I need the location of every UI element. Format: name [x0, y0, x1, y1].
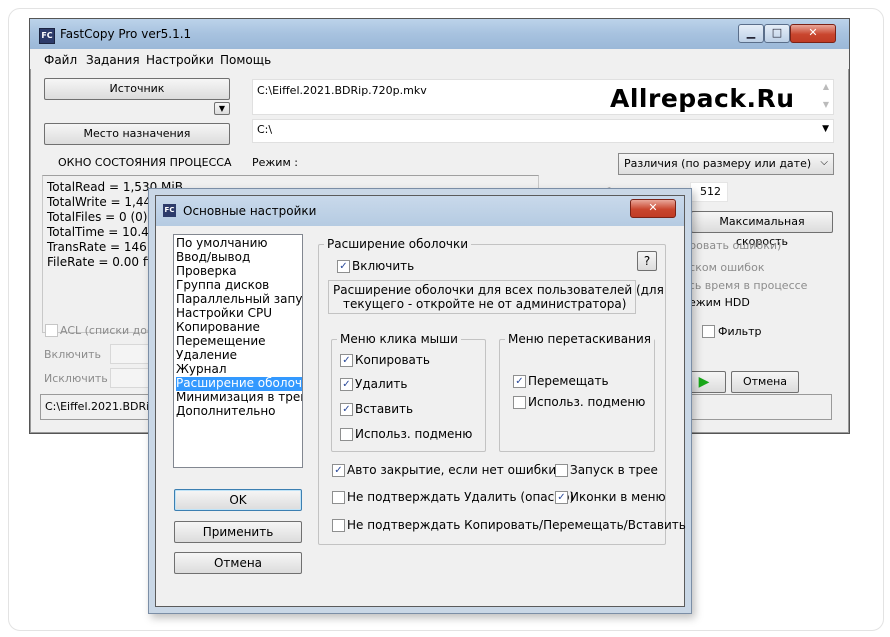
watermark: Allrepack.Ru [610, 84, 795, 113]
menu-file[interactable]: Файл [44, 53, 77, 67]
minimize-button[interactable]: ▁ [738, 24, 764, 43]
info-text-line-2: текущего - откройте не от администратора… [343, 297, 627, 311]
exclude-label: Исключить [44, 372, 108, 385]
no-confirm-delete-label: Не подтверждать Удалить (опасно) [347, 490, 575, 504]
stat-line: TotalFiles = 0 (0) [47, 210, 148, 224]
menu-tasks[interactable]: Задания [86, 53, 140, 67]
nav-item-io[interactable]: Ввод/вывод [176, 251, 250, 265]
stat-line: TotalTime = 10.4 sec [47, 225, 173, 239]
tray-run-checkbox[interactable] [555, 464, 568, 477]
nav-item-tray[interactable]: Минимизация в трей [176, 391, 302, 405]
destination-dropdown-icon[interactable]: ▼ [822, 124, 829, 134]
drag-submenu-label: Использ. подменю [528, 395, 646, 409]
nav-item-cpu[interactable]: Настройки CPU [176, 307, 272, 321]
drag-submenu-checkbox[interactable] [513, 396, 526, 409]
dialog-close-button[interactable]: ✕ [630, 199, 676, 218]
info-text-box: Расширение оболочки для всех пользовател… [328, 280, 664, 314]
auto-close-label: Авто закрытие, если нет ошибки [347, 463, 557, 477]
include-filter-input[interactable] [110, 344, 158, 364]
copy-checkbox[interactable]: ✓ [340, 354, 353, 367]
nav-item-disk-group[interactable]: Группа дисков [176, 279, 269, 293]
click-menu-group-title: Меню клика мыши [337, 332, 461, 346]
dialog-app-icon: FC [163, 204, 176, 217]
help-button[interactable]: ? [637, 251, 657, 271]
drag-menu-group-title: Меню перетаскивания [505, 332, 655, 346]
nav-item-log[interactable]: Журнал [176, 363, 227, 377]
click-submenu-checkbox[interactable] [340, 428, 353, 441]
menu-icons-label: Иконки в меню [570, 490, 666, 504]
ok-button[interactable]: OK [174, 489, 302, 511]
no-confirm-copy-checkbox[interactable] [332, 519, 345, 532]
process-time-label: есь время в процессе [682, 279, 808, 292]
destination-button[interactable]: Место назначения [44, 123, 230, 145]
nav-item-move[interactable]: Перемещение [176, 335, 266, 349]
delete-label: Удалить [355, 377, 408, 391]
title-bar[interactable]: FC FastCopy Pro ver5.1.1 ▁ □ ✕ [30, 19, 849, 49]
tray-run-label: Запуск в трее [570, 463, 658, 477]
nav-item-parallel[interactable]: Параллельный запуск [176, 293, 302, 307]
hdd-mode-label: режим HDD [682, 296, 750, 309]
enable-label: Включить [352, 259, 415, 273]
nav-item-default[interactable]: По умолчанию [176, 237, 268, 251]
scroll-up-icon[interactable]: ▲ [823, 82, 829, 91]
move-label: Перемещать [528, 374, 609, 388]
status-window-title: ОКНО СОСТОЯНИЯ ПРОЦЕССА [58, 156, 232, 169]
dialog-title: Основные настройки [183, 204, 317, 218]
no-confirm-delete-checkbox[interactable] [332, 491, 345, 504]
max-speed-button[interactable]: Максимальная скорость [691, 211, 833, 248]
nav-item-delete[interactable]: Удаление [176, 349, 237, 363]
close-button[interactable]: ✕ [790, 24, 836, 43]
paste-checkbox[interactable]: ✓ [340, 403, 353, 416]
nav-item-shell-extension[interactable]: Расширение оболочки [176, 377, 302, 391]
mode-label: Режим : [252, 156, 298, 169]
scroll-down-icon[interactable]: ▼ [823, 100, 829, 109]
acl-checkbox[interactable] [45, 324, 58, 337]
menu-bar: Файл Задания Настройки Помощь [30, 49, 849, 69]
main-cancel-button[interactable]: Отмена [731, 371, 799, 393]
maximize-button[interactable]: □ [764, 24, 790, 43]
click-submenu-label: Использ. подменю [355, 427, 473, 441]
nav-item-verify[interactable]: Проверка [176, 265, 237, 279]
dialog-title-bar[interactable]: FC Основные настройки ✕ [156, 196, 684, 226]
source-button[interactable]: Источник [44, 78, 230, 100]
window-title: FastCopy Pro ver5.1.1 [60, 27, 192, 41]
exclude-filter-input[interactable] [110, 368, 158, 388]
nav-item-advanced[interactable]: Дополнительно [176, 405, 276, 419]
paste-label: Вставить [355, 402, 414, 416]
mode-select[interactable]: Различия (по размеру или дате) ⌵ [618, 153, 834, 175]
chevron-down-icon: ⌵ [820, 157, 828, 168]
menu-settings[interactable]: Настройки [146, 53, 214, 67]
settings-dialog: FC Основные настройки ✕ По умолчанию Вво… [155, 195, 686, 607]
menu-help[interactable]: Помощь [220, 53, 271, 67]
error-list-label: иском ошибок [682, 261, 765, 274]
filter-label: Фильтр [718, 325, 762, 338]
app-icon: FC [39, 28, 55, 44]
destination-path-text: C:\ [257, 123, 273, 136]
include-label: Включить [44, 348, 102, 361]
enable-checkbox[interactable]: ✓ [337, 260, 350, 273]
menu-icons-checkbox[interactable]: ✓ [555, 491, 568, 504]
nav-item-copy[interactable]: Копирование [176, 321, 260, 335]
copy-label: Копировать [355, 353, 430, 367]
settings-nav-list: По умолчанию Ввод/вывод Проверка Группа … [173, 234, 303, 468]
stat-line: TotalRead = 1,530 MiB [47, 180, 183, 194]
delete-checkbox[interactable]: ✓ [340, 378, 353, 391]
execute-play-button[interactable]: ▶ [682, 371, 726, 393]
source-dropdown-button[interactable]: ▼ [214, 102, 230, 115]
buffer-size-value: 512 [700, 185, 721, 198]
apply-button[interactable]: Применить [174, 521, 302, 543]
buffer-size-input[interactable]: 512 [690, 182, 728, 202]
mode-select-value: Различия (по размеру или дате) [624, 157, 812, 170]
move-checkbox[interactable]: ✓ [513, 375, 526, 388]
source-path-text: C:\Eiffel.2021.BDRip.720p.mkv [257, 84, 427, 97]
ignore-errors-label: ировать ошибки) [682, 239, 782, 252]
dialog-cancel-button[interactable]: Отмена [174, 552, 302, 574]
filter-checkbox[interactable] [702, 325, 715, 338]
destination-path-field[interactable]: C:\ ▼ [252, 119, 834, 143]
auto-close-checkbox[interactable]: ✓ [332, 464, 345, 477]
no-confirm-copy-label: Не подтверждать Копировать/Перемещать/Вс… [347, 518, 686, 532]
shell-extension-group-title: Расширение оболочки [324, 237, 472, 251]
info-text-line-1: Расширение оболочки для всех пользовател… [333, 283, 664, 297]
